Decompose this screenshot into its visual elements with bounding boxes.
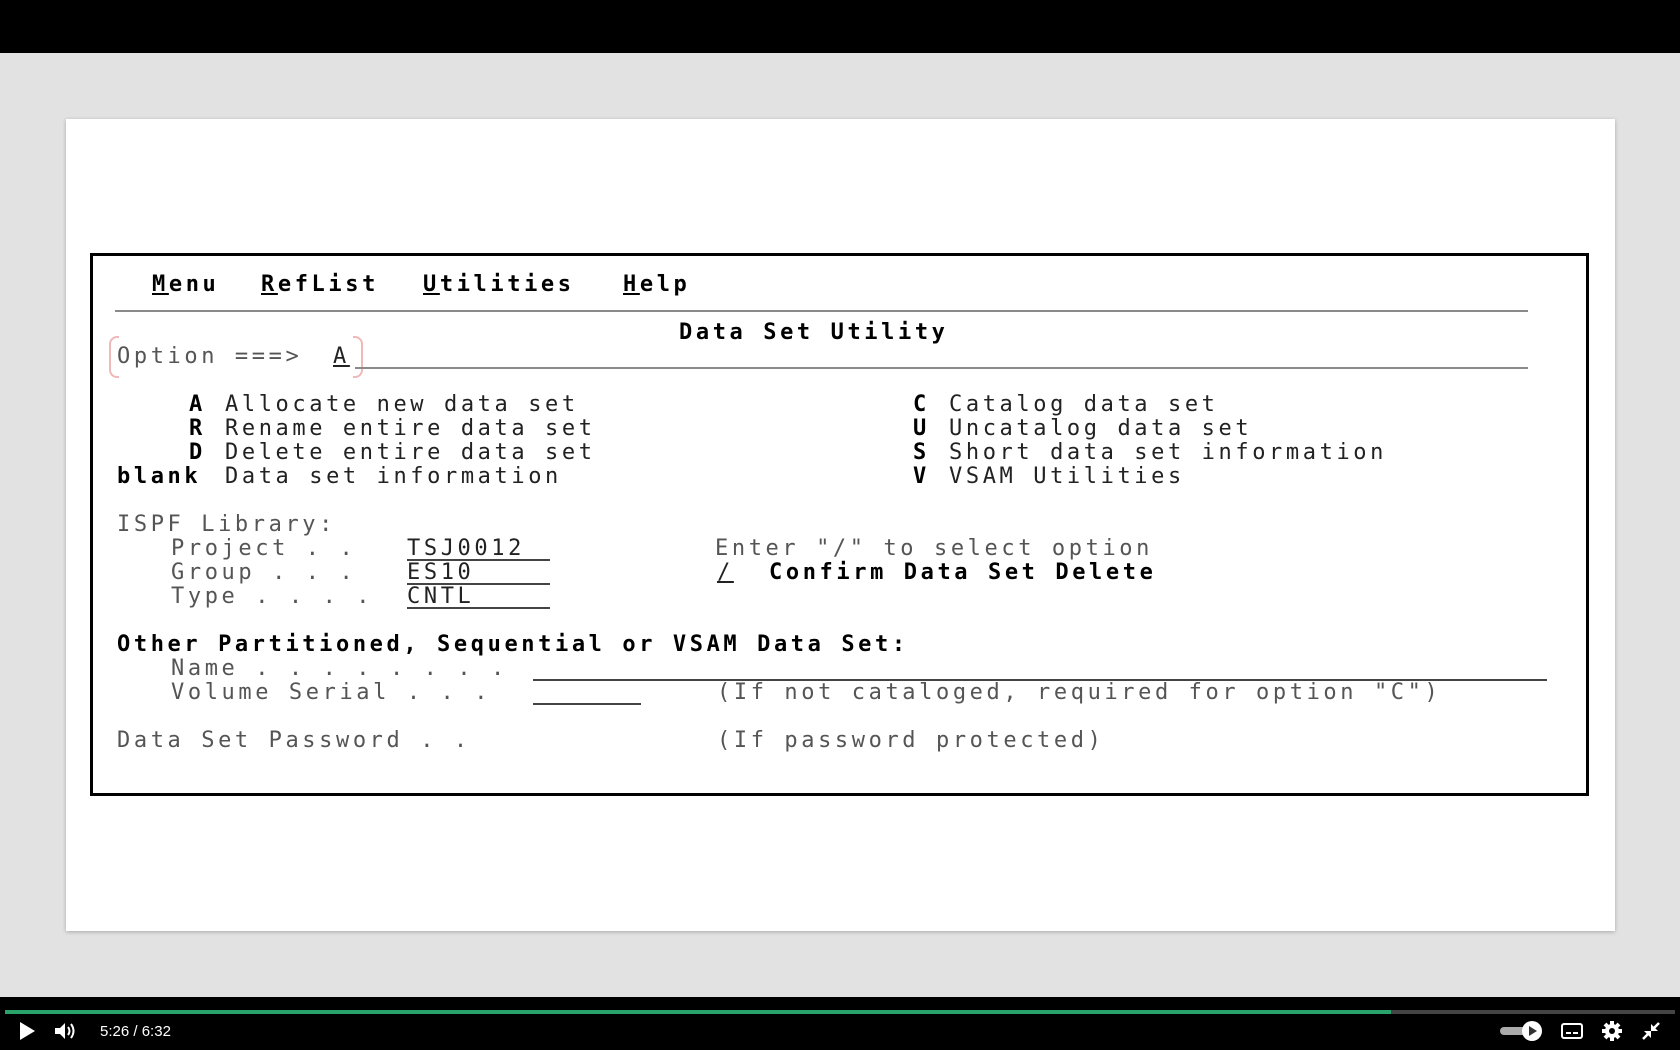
current-time: 5:26 <box>100 1023 130 1040</box>
option-info: Data set information <box>225 464 562 489</box>
volume-icon[interactable] <box>54 1021 78 1045</box>
progress-bar[interactable] <box>5 1010 1675 1014</box>
type-label: Type . . . . <box>171 584 374 609</box>
select-option-hint: Enter "/" to select option <box>715 536 1153 561</box>
option-label: Option ===> <box>117 344 303 369</box>
panel-title: Data Set Utility <box>679 320 949 345</box>
option-input[interactable]: A <box>333 344 350 370</box>
option-catalog: Catalog data set <box>949 392 1219 417</box>
duration: 6:32 <box>141 1023 171 1040</box>
confirm-delete-label: Confirm Data Set Delete <box>769 560 1157 585</box>
volume-serial-field[interactable] <box>533 703 641 705</box>
project-label: Project . . <box>171 536 357 561</box>
menu-item-help[interactable]: Help <box>623 272 690 298</box>
name-label: Name . . . . . . . . <box>171 656 508 681</box>
option-key-a: A <box>189 392 206 417</box>
confirm-delete-checkbox[interactable]: / <box>717 560 734 586</box>
option-key-u: U <box>913 416 930 441</box>
exit-fullscreen-icon[interactable] <box>1641 1021 1661 1045</box>
option-key-s: S <box>913 440 930 465</box>
option-vsam: VSAM Utilities <box>949 464 1185 489</box>
menu-item-utilities[interactable]: Utilities <box>423 272 575 298</box>
password-note: (If password protected) <box>717 728 1105 753</box>
option-rename: Rename entire data set <box>225 416 596 441</box>
time-display: 5:26 / 6:32 <box>100 1023 171 1040</box>
option-field-line <box>355 367 1528 369</box>
option-delete: Delete entire data set <box>225 440 596 465</box>
menu-separator <box>115 310 1528 312</box>
play-icon[interactable] <box>17 1021 37 1045</box>
video-controls: 5:26 / 6:32 <box>0 997 1680 1050</box>
option-uncatalog: Uncatalog data set <box>949 416 1253 441</box>
captions-icon[interactable] <box>1561 1021 1583 1045</box>
option-key-r: R <box>189 416 206 441</box>
option-key-c: C <box>913 392 930 417</box>
option-allocate: Allocate new data set <box>225 392 579 417</box>
type-field-line <box>407 607 550 609</box>
option-key-d: D <box>189 440 206 465</box>
ispf-library-heading: ISPF Library: <box>117 512 336 537</box>
volume-serial-label: Volume Serial . . . <box>171 680 492 705</box>
option-key-blank: blank <box>117 464 202 489</box>
time-separator: / <box>133 1023 138 1040</box>
video-stage[interactable]: Menu RefList Utilities Help Data Set Uti… <box>0 53 1680 997</box>
option-key-v: V <box>913 464 930 489</box>
menu-item-menu[interactable]: Menu <box>152 272 219 298</box>
volume-serial-note: (If not cataloged, required for option "… <box>717 680 1442 705</box>
settings-gear-icon[interactable] <box>1601 1020 1623 1046</box>
menu-item-reflist[interactable]: RefList <box>261 272 379 298</box>
autoplay-toggle[interactable] <box>1498 1020 1546 1046</box>
slide: Menu RefList Utilities Help Data Set Uti… <box>66 119 1615 931</box>
option-short-info: Short data set information <box>949 440 1387 465</box>
highlight-right-paren <box>353 336 363 378</box>
group-label: Group . . . <box>171 560 357 585</box>
ispf-panel: Menu RefList Utilities Help Data Set Uti… <box>90 253 1589 796</box>
other-dataset-heading: Other Partitioned, Sequential or VSAM Da… <box>117 632 909 657</box>
password-label: Data Set Password . . <box>117 728 471 753</box>
progress-fill <box>5 1010 1392 1014</box>
video-top-bar <box>0 0 1680 53</box>
